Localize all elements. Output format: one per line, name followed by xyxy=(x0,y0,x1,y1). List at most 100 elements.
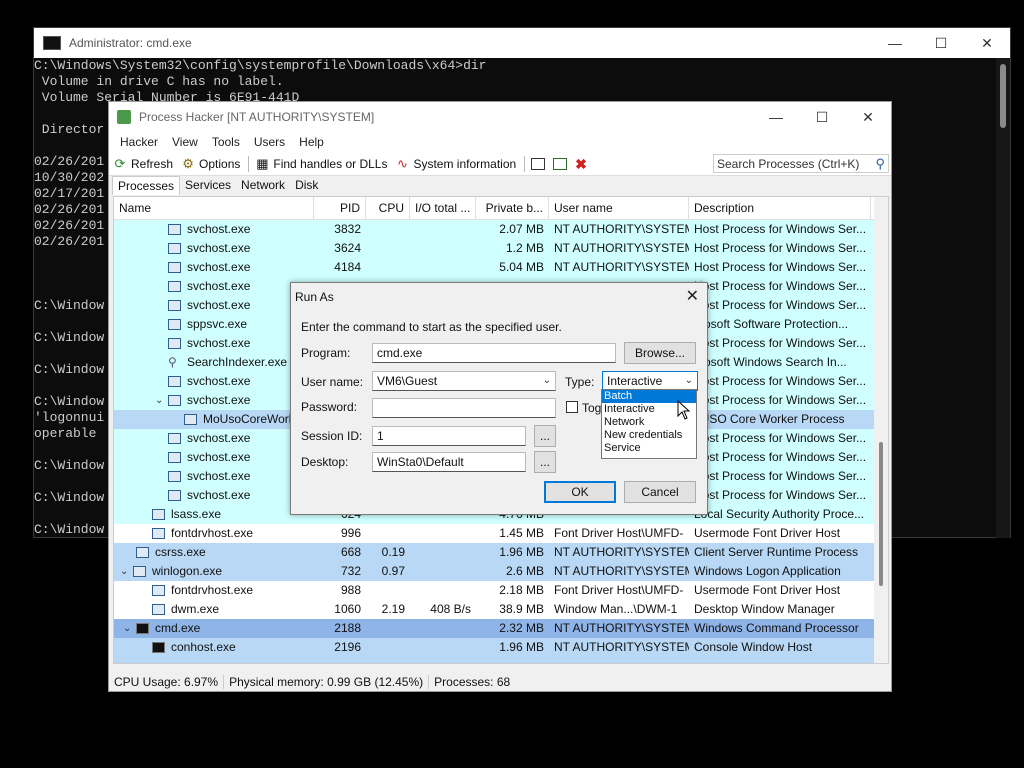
refresh-icon: ⟳ xyxy=(114,156,126,171)
type-chevron-down-icon[interactable]: ⌄ xyxy=(685,372,693,390)
console-line: Volume in drive C has no label. xyxy=(34,74,284,89)
program-input[interactable]: cmd.exe xyxy=(372,343,616,363)
tab-services[interactable]: Services xyxy=(180,176,236,195)
tab-network[interactable]: Network xyxy=(236,176,290,195)
menu-users[interactable]: Users xyxy=(247,135,292,149)
process-name-cell: lsass.exe xyxy=(114,505,314,524)
column-pid[interactable]: PID xyxy=(314,197,366,219)
menu-help[interactable]: Help xyxy=(292,135,331,149)
cell-description: oUSO Core Worker Process xyxy=(694,412,845,426)
column-private-bytes[interactable]: Private b... xyxy=(476,197,549,219)
search-processes-input[interactable]: Search Processes (Ctrl+K) ⚲ xyxy=(713,154,889,173)
search-icon[interactable]: ⚲ xyxy=(875,156,885,172)
cell-description: Windows Logon Application xyxy=(694,564,841,578)
cell-private-bytes: 2.6 MB xyxy=(505,564,544,578)
toggle-checkbox[interactable] xyxy=(566,401,578,413)
column-io-total[interactable]: I/O total ... xyxy=(410,197,476,219)
maximize-button[interactable]: ☐ xyxy=(918,28,964,58)
cmd-scrollbar[interactable] xyxy=(996,58,1010,538)
process-name: csrss.exe xyxy=(155,545,206,559)
cell-description: Host Process for Windows Ser... xyxy=(694,450,867,464)
cell-pid: 4184 xyxy=(334,260,361,274)
column-cpu[interactable]: CPU xyxy=(366,197,410,219)
type-option-service[interactable]: Service xyxy=(602,442,696,455)
process-icon xyxy=(152,528,165,539)
expand-chevron-icon[interactable]: ⌄ xyxy=(120,562,130,581)
password-input[interactable] xyxy=(372,398,556,418)
process-icon xyxy=(152,509,165,520)
table-row[interactable]: fontdrvhost.exe 996 1.45 MB Font Driver Hos… xyxy=(114,524,888,543)
terminate-icon[interactable]: ✖ xyxy=(575,156,587,173)
menu-view[interactable]: View xyxy=(165,135,205,149)
process-icon xyxy=(168,281,181,292)
process-name-cell: sppsvc.exe xyxy=(114,315,314,334)
cancel-button[interactable]: Cancel xyxy=(624,481,696,503)
process-name: svchost.exe xyxy=(187,431,251,445)
process-name-cell: ⌄ winlogon.exe xyxy=(114,562,314,581)
process-name: MoUsoCoreWork xyxy=(203,412,295,426)
ph-minimize-button[interactable]: — xyxy=(753,102,799,132)
table-row[interactable]: ⌄ winlogon.exe 732 0.97 2.6 MB NT AUTHORITY\S… xyxy=(114,562,888,581)
process-name-cell: svchost.exe xyxy=(114,372,314,391)
type-label: Type: xyxy=(565,375,595,389)
ph-maximize-button[interactable]: ☐ xyxy=(799,102,845,132)
process-name: svchost.exe xyxy=(187,469,251,483)
tab-processes[interactable]: Processes xyxy=(112,176,181,195)
process-list-scrollbar[interactable] xyxy=(874,197,888,663)
table-row[interactable]: fontdrvhost.exe 988 2.18 MB Font Driver Hos… xyxy=(114,581,888,600)
find-handles-label: Find handles or DLLs xyxy=(273,157,388,171)
minimize-button[interactable]: — xyxy=(872,28,918,58)
table-row[interactable]: csrss.exe 668 0.19 1.96 MB NT AUTHORITY\SYST… xyxy=(114,543,888,562)
ph-titlebar[interactable]: Process Hacker [NT AUTHORITY\SYSTEM] — ☐… xyxy=(109,102,891,131)
find-handles-button[interactable]: ▦ Find handles or DLLs xyxy=(255,156,388,172)
cmd-titlebar[interactable]: Administrator: cmd.exe — ☐ ✕ xyxy=(34,28,1010,58)
cell-user-name: NT AUTHORITY\SYSTEM xyxy=(554,621,689,635)
table-row[interactable]: svchost.exe 3624 1.2 MB NT AUTHORITY\SYSTEM… xyxy=(114,239,888,258)
window-icon[interactable] xyxy=(531,158,546,170)
expand-chevron-icon[interactable]: ⌄ xyxy=(155,391,165,410)
console-app-icon xyxy=(136,623,149,634)
gear-icon: ⚙ xyxy=(182,156,194,171)
process-name-cell: svchost.exe xyxy=(114,429,314,448)
options-label: Options xyxy=(199,157,241,171)
column-name[interactable]: Name xyxy=(114,197,314,219)
binoculars-icon: ▦ xyxy=(256,156,269,171)
table-row[interactable]: dwm.exe 1060 2.19 408 B/s 38.9 MB Window Man.… xyxy=(114,600,888,619)
dialog-close-icon[interactable]: ✕ xyxy=(686,286,699,306)
menu-tools[interactable]: Tools xyxy=(205,135,247,149)
table-row[interactable]: ⌄ cmd.exe 2188 2.32 MB NT AUTHORITY\SYSTEM Wi… xyxy=(114,619,888,638)
type-option-new-credentials[interactable]: New credentials xyxy=(602,429,696,442)
column-user-name[interactable]: User name xyxy=(549,197,689,219)
system-information-button[interactable]: ∿ System information xyxy=(395,157,516,172)
refresh-button[interactable]: ⟳ Refresh xyxy=(113,156,173,172)
session-browse-button[interactable]: ... xyxy=(534,425,556,447)
main-tabs: Processes Services Network Disk xyxy=(112,176,323,195)
expand-chevron-icon[interactable]: ⌄ xyxy=(123,619,133,638)
browse-button[interactable]: Browse... xyxy=(624,342,696,364)
type-combo[interactable]: Interactive ⌄ xyxy=(602,371,698,391)
column-description[interactable]: Description xyxy=(689,197,871,219)
ph-close-button[interactable]: ✕ xyxy=(845,102,891,132)
chevron-down-icon[interactable]: ⌄ xyxy=(543,372,551,390)
process-icon xyxy=(168,471,181,482)
username-combo[interactable]: VM6\Guest ⌄ xyxy=(372,371,556,391)
session-id-input[interactable]: 1 xyxy=(372,426,526,446)
table-row[interactable]: conhost.exe 2196 1.96 MB NT AUTHORITY\SYSTE… xyxy=(114,638,888,657)
process-list-scrollbar-thumb[interactable] xyxy=(879,442,883,586)
desktop-browse-button[interactable]: ... xyxy=(534,451,556,473)
cell-private-bytes: 1.96 MB xyxy=(499,545,544,559)
desktop-input[interactable]: WinSta0\Default xyxy=(372,452,526,472)
menu-hacker[interactable]: Hacker xyxy=(113,135,165,149)
window-go-icon[interactable] xyxy=(553,158,568,170)
close-button[interactable]: ✕ xyxy=(964,28,1010,58)
menu-bar: Hacker View Tools Users Help xyxy=(109,131,891,153)
options-button[interactable]: ⚙ Options xyxy=(181,156,241,172)
status-memory: Physical memory: 0.99 GB (12.45%) xyxy=(224,675,430,689)
table-row[interactable] xyxy=(114,657,888,663)
cmd-scrollbar-thumb[interactable] xyxy=(1000,64,1006,128)
cell-pid: 1060 xyxy=(334,602,361,616)
ok-button[interactable]: OK xyxy=(544,481,616,503)
table-row[interactable]: svchost.exe 3832 2.07 MB NT AUTHORITY\SYSTE… xyxy=(114,220,888,239)
table-row[interactable]: svchost.exe 4184 5.04 MB NT AUTHORITY\SYSTE… xyxy=(114,258,888,277)
tab-disk[interactable]: Disk xyxy=(290,176,323,195)
